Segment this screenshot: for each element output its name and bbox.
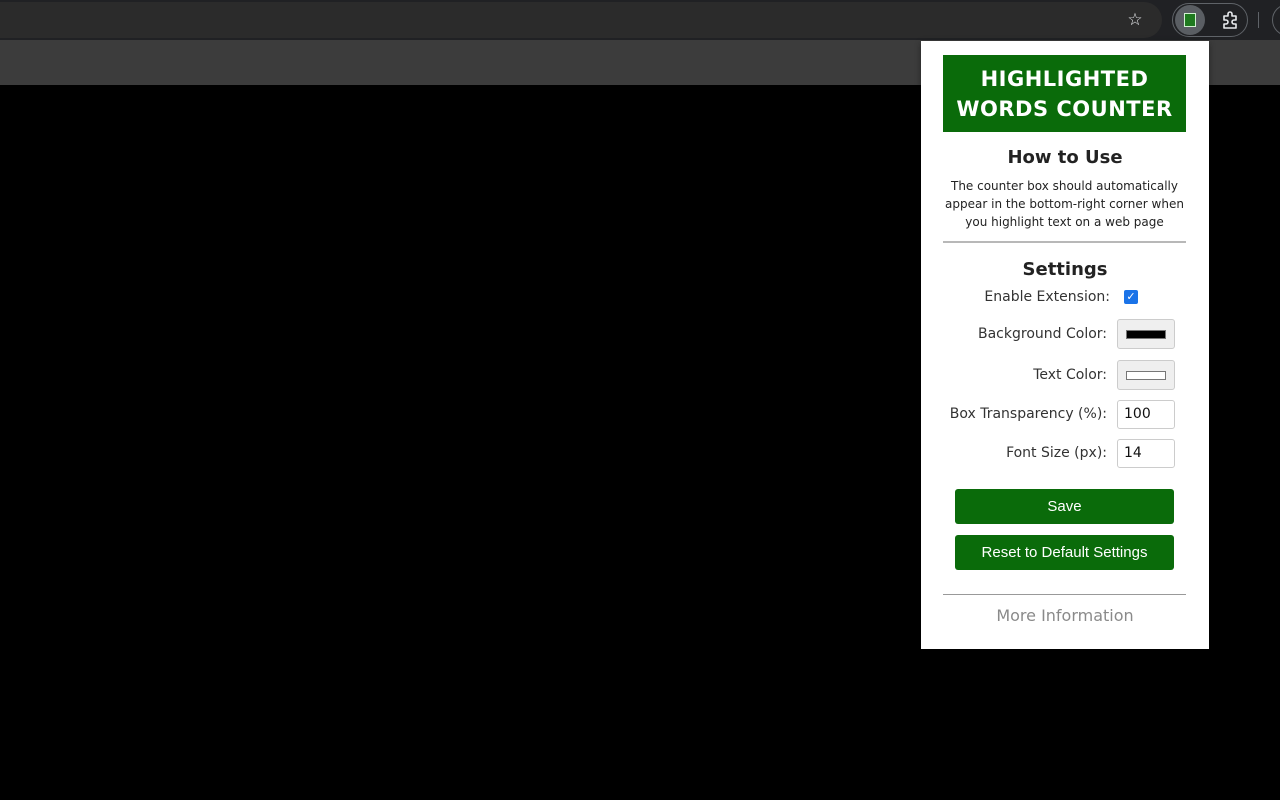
- enable-extension-label: Enable Extension:: [984, 289, 1110, 305]
- text-color-picker[interactable]: [1117, 360, 1175, 390]
- divider: [943, 241, 1186, 243]
- box-transparency-input[interactable]: 100: [1117, 400, 1175, 429]
- background-color-fill: [1126, 330, 1166, 339]
- address-bar[interactable]: [0, 2, 1162, 38]
- more-information-link[interactable]: More Information: [921, 606, 1209, 625]
- toolbar-separator: [1258, 12, 1259, 28]
- settings-heading: Settings: [1022, 259, 1108, 280]
- puzzle-icon[interactable]: [1219, 8, 1243, 32]
- popup-banner: HIGHLIGHTED WORDS COUNTER: [943, 55, 1186, 132]
- highlighted-words-counter-icon: [1184, 13, 1196, 27]
- divider: [943, 594, 1186, 595]
- extension-popup: HIGHLIGHTED WORDS COUNTER How to Use The…: [921, 41, 1209, 649]
- font-size-label: Font Size (px):: [1006, 445, 1107, 461]
- banner-title-line1: HIGHLIGHTED: [980, 67, 1149, 91]
- star-icon[interactable]: ☆: [1123, 8, 1147, 32]
- banner-title-line2: WORDS COUNTER: [956, 97, 1173, 121]
- background-color-picker[interactable]: [1117, 319, 1175, 349]
- save-button[interactable]: Save: [955, 489, 1174, 524]
- box-transparency-label: Box Transparency (%):: [949, 406, 1107, 422]
- reset-defaults-button[interactable]: Reset to Default Settings: [955, 535, 1174, 570]
- howto-description: The counter box should automatically app…: [945, 179, 1184, 229]
- text-color-label: Text Color:: [1033, 367, 1107, 383]
- enable-extension-checkbox[interactable]: ✓: [1124, 290, 1138, 304]
- text-color-fill: [1126, 371, 1166, 380]
- font-size-input[interactable]: 14: [1117, 439, 1175, 468]
- howto-heading: How to Use: [1007, 147, 1123, 168]
- profile-avatar[interactable]: [1272, 4, 1280, 36]
- extension-button[interactable]: [1175, 5, 1205, 35]
- background-color-label: Background Color:: [978, 326, 1107, 342]
- browser-toolbar: ☆: [0, 0, 1280, 40]
